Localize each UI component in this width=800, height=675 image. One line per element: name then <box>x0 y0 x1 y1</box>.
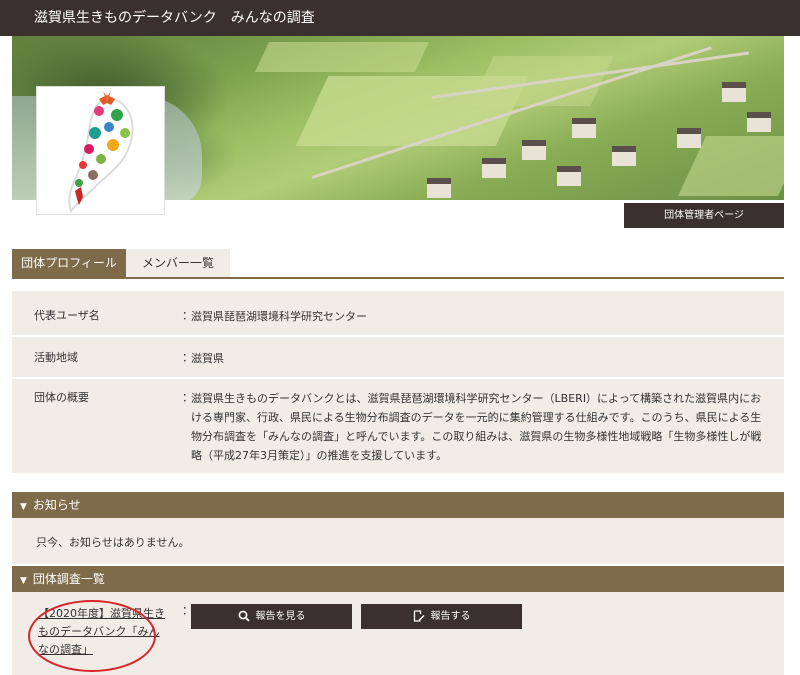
notices-body: 只今、お知らせはありません。 <box>12 518 784 564</box>
surveys-section-header[interactable]: ▼ 団体調査一覧 <box>12 566 784 592</box>
admin-page-button[interactable]: 団体管理者ページ <box>624 203 784 228</box>
notices-title: お知らせ <box>32 498 81 512</box>
site-title: 滋賀県生きものデータバンク みんなの調査 <box>34 10 315 26</box>
surveys-title: 団体調査一覧 <box>32 572 105 586</box>
search-icon <box>238 610 250 622</box>
notices-empty-text: 只今、お知らせはありません。 <box>36 536 190 549</box>
profile-label: 団体の概要 <box>34 391 89 404</box>
profile-panel: 代表ユーザ名 ： 滋賀県琵琶湖環境科学研究センター 活動地域 ： 滋賀県 団体の… <box>12 291 784 473</box>
notices-section-header[interactable]: ▼ お知らせ <box>12 492 784 518</box>
site-header: 滋賀県生きものデータバンク みんなの調査 <box>0 0 800 36</box>
triangle-down-icon: ▼ <box>20 502 27 512</box>
view-report-button[interactable]: 報告を見る <box>191 604 352 629</box>
profile-divider <box>12 377 784 379</box>
submit-report-label: 報告する <box>430 611 471 622</box>
shiga-creatures-logo-icon <box>68 91 134 214</box>
view-report-label: 報告を見る <box>255 611 306 622</box>
submit-report-button[interactable]: 報告する <box>361 604 522 629</box>
profile-value: 滋賀県琵琶湖環境科学研究センター <box>191 310 367 323</box>
profile-value: 滋賀県生きものデータバンクとは、滋賀県琵琶湖環境科学研究センター（LBERI）に… <box>191 392 762 462</box>
tab-profile[interactable]: 団体プロフィール <box>12 249 126 277</box>
tab-members[interactable]: メンバー一覧 <box>126 249 230 277</box>
tab-underline <box>12 277 784 279</box>
profile-label: 活動地域 <box>34 351 78 364</box>
profile-value: 滋賀県 <box>191 352 224 365</box>
profile-divider <box>12 335 784 337</box>
organization-logo <box>36 86 165 215</box>
edit-document-icon <box>413 610 424 622</box>
profile-label: 代表ユーザ名 <box>34 309 100 322</box>
survey-link[interactable]: 【2020年度】滋賀県生きものデータバンク「みんなの調査」 <box>38 605 168 659</box>
triangle-down-icon: ▼ <box>20 576 27 586</box>
surveys-body: 【2020年度】滋賀県生きものデータバンク「みんなの調査」 ： 報告を見る 報告… <box>12 592 784 675</box>
